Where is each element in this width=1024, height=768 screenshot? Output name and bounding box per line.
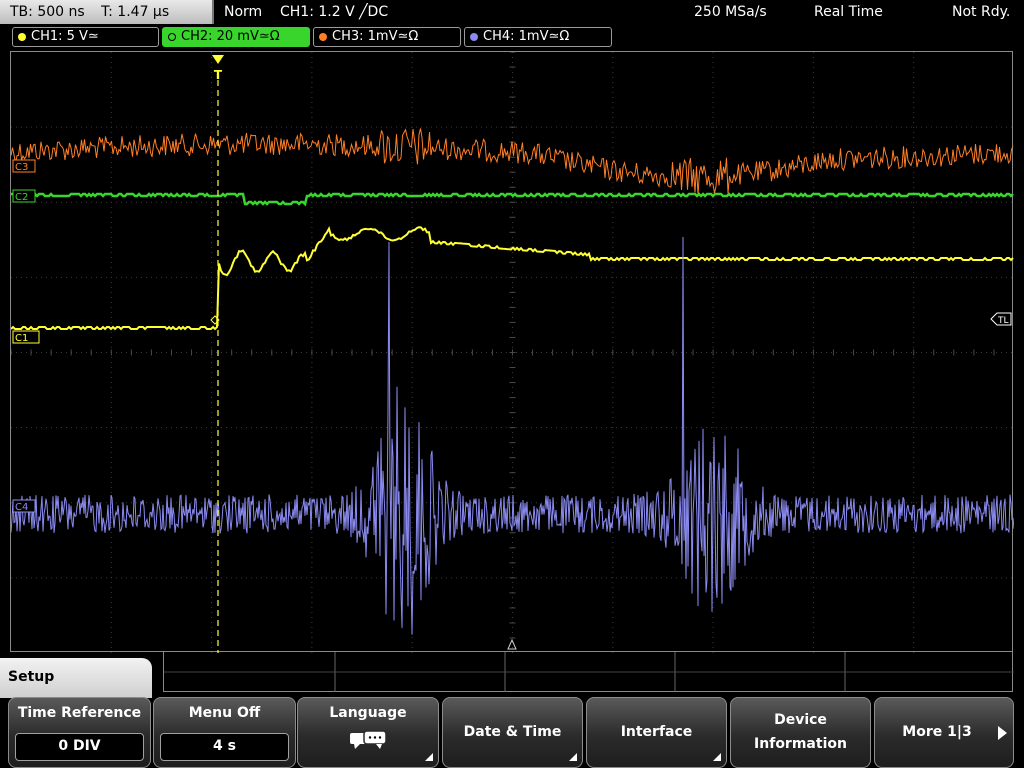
ch1-color-dot	[18, 33, 26, 41]
menu-off-softkey[interactable]: Menu Off 4 s	[153, 697, 296, 768]
menu-off-value: 4 s	[160, 733, 289, 761]
timebase-box[interactable]: TB: 500 ns T: 1.47 µs	[0, 0, 214, 24]
language-softkey[interactable]: Language	[297, 697, 439, 768]
time-reference-value: 0 DIV	[15, 733, 144, 761]
softkey-label: Date & Time	[463, 724, 562, 740]
ch4-color-dot	[470, 33, 478, 41]
submenu-indicator-icon	[569, 753, 577, 761]
softkey-label-line2: Information	[754, 736, 847, 752]
channel-label: CH3: 1mV≃Ω	[332, 29, 419, 44]
waveform-display[interactable]: T C3 C2 C1 C4 TL	[10, 51, 1014, 653]
ch3-marker[interactable]: C3	[12, 159, 36, 173]
zoom-overview-strip	[163, 652, 1014, 692]
softkey-label: Menu Off	[188, 705, 261, 721]
trigger-position-label: T	[214, 68, 223, 82]
ch2-color-dot	[168, 33, 176, 41]
ch2-marker[interactable]: C2	[12, 189, 36, 203]
channel-tab-ch4[interactable]: CH4: 1mV≃Ω	[464, 27, 612, 47]
softkey-label-line1: Device	[774, 712, 827, 728]
channel-label: CH1: 5 V≃	[31, 29, 99, 44]
ch4-marker[interactable]: C4	[12, 499, 36, 513]
menu-title-tab: Setup	[0, 658, 152, 698]
sample-rate: 250 MSa/s	[694, 4, 767, 20]
next-page-icon	[998, 726, 1007, 740]
speech-bubbles-icon	[350, 730, 387, 749]
status-bar: TB: 500 ns T: 1.47 µs Norm CH1: 1.2 V ╱D…	[0, 0, 1024, 24]
ch4-waveform	[11, 236, 1014, 635]
ch2-marker-label: C2	[15, 192, 28, 203]
ch3-marker-label: C3	[15, 162, 28, 173]
more-softkey[interactable]: More 1|3	[874, 697, 1014, 768]
ch3-color-dot	[319, 33, 327, 41]
trigger-position-marker[interactable]	[212, 55, 224, 64]
ch1-marker-label: C1	[15, 333, 28, 344]
ch1-marker[interactable]: C1	[12, 330, 40, 344]
submenu-indicator-icon	[713, 753, 721, 761]
softkey-label: Interface	[620, 724, 693, 740]
interface-softkey[interactable]: Interface	[586, 697, 727, 768]
timebase-value: TB: 500 ns	[10, 4, 85, 20]
ch3-waveform	[11, 128, 1014, 195]
trigger-status: Not Rdy.	[952, 4, 1011, 20]
softkey-label: Language	[329, 705, 407, 721]
trigger-offset-value: T: 1.47 µs	[101, 4, 170, 20]
channel-tab-ch1[interactable]: CH1: 5 V≃	[12, 27, 159, 47]
channel-tab-ch3[interactable]: CH3: 1mV≃Ω	[313, 27, 461, 47]
submenu-indicator-icon	[425, 753, 433, 761]
channel-label: CH4: 1mV≃Ω	[483, 29, 570, 44]
channel-label: CH2: 20 mV≃Ω	[181, 29, 280, 44]
channel-tab-ch2[interactable]: CH2: 20 mV≃Ω	[162, 27, 310, 47]
date-time-softkey[interactable]: Date & Time	[442, 697, 583, 768]
trigger-level-label: TL	[997, 316, 1009, 326]
trigger-mode[interactable]: Norm	[224, 0, 262, 24]
time-reference-softkey[interactable]: Time Reference 0 DIV	[8, 697, 151, 768]
trigger-setting[interactable]: CH1: 1.2 V ╱DC	[280, 0, 388, 24]
device-information-softkey[interactable]: Device Information	[730, 697, 871, 768]
acquisition-mode: Real Time	[814, 4, 883, 20]
trigger-level-marker[interactable]: TL	[990, 312, 1012, 326]
ch4-marker-label: C4	[15, 502, 28, 513]
softkey-label: More 1|3	[902, 724, 972, 740]
softkey-label: Time Reference	[17, 705, 142, 721]
